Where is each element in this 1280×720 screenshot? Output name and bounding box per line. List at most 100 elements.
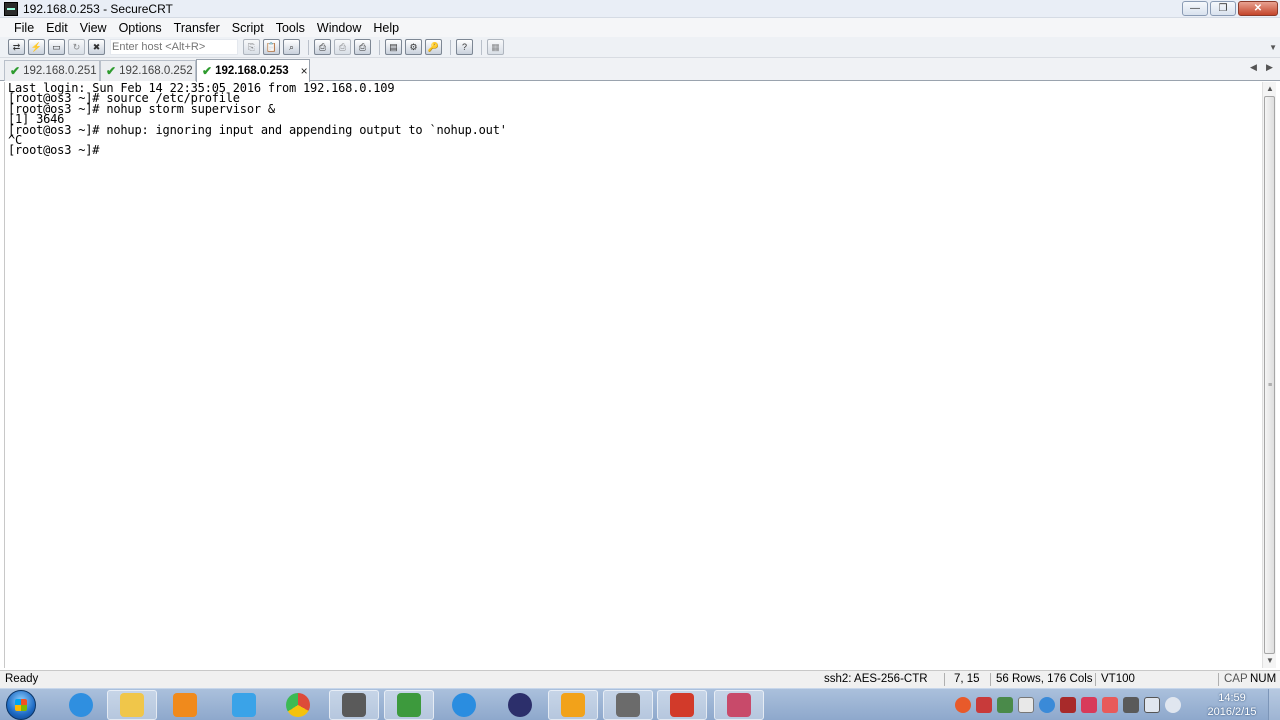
check-icon: ✔ [106, 64, 117, 78]
input-method-icon[interactable] [955, 697, 971, 713]
tab-session-253[interactable]: ✔ 192.168.0.253 × [196, 59, 310, 82]
tray-app-icon[interactable] [1081, 697, 1097, 713]
connect-in-tab-icon[interactable]: ▭ [48, 39, 65, 55]
taskbar-app-media[interactable] [160, 690, 210, 720]
tray-app-icon[interactable] [1102, 697, 1118, 713]
scroll-down-icon[interactable]: ▼ [1263, 654, 1277, 668]
title-bar: 192.168.0.253 - SecureCRT — ❐ ✕ [0, 0, 1280, 18]
connect-icon[interactable]: ⇄ [8, 39, 25, 55]
print-setup-icon[interactable]: ⎙ [354, 39, 371, 55]
window-controls: — ❐ ✕ [1182, 1, 1278, 16]
print-icon[interactable]: ⎙ [314, 39, 331, 55]
tray-app-icon[interactable] [1060, 697, 1076, 713]
tray-app-icon[interactable] [1039, 697, 1055, 713]
keymap-icon[interactable]: 🔑 [425, 39, 442, 55]
tab-session-251[interactable]: ✔ 192.168.0.251 [4, 60, 100, 81]
taskbar-app-cloud[interactable] [219, 690, 269, 720]
check-icon: ✔ [202, 64, 213, 78]
taskbar-app-securecrt[interactable] [329, 690, 379, 720]
maximize-button[interactable]: ❐ [1210, 1, 1236, 16]
session-tab-bar: ✔ 192.168.0.251 ✔ 192.168.0.252 ✔ 192.16… [0, 58, 1280, 82]
windows-taskbar: 14:59 2016/2/15 [0, 688, 1280, 720]
tab-label: 192.168.0.252 [119, 65, 193, 77]
print-selection-icon[interactable]: ⎙ [334, 39, 351, 55]
securecrt-icon [342, 693, 366, 717]
paste-icon[interactable]: 📋 [263, 39, 280, 55]
reconnect-icon[interactable]: ↻ [68, 39, 85, 55]
menu-view[interactable]: View [74, 21, 113, 35]
toolbar-separator [481, 39, 482, 55]
toolbar: ⇄ ⚡ ▭ ↻ ✖ ⎘ 📋 ⌕ ⎙ ⎙ ⎙ ▤ ⚙ 🔑 ? ▦ ▼ [0, 37, 1280, 58]
menu-options[interactable]: Options [113, 21, 168, 35]
session-options-icon[interactable]: ▤ [385, 39, 402, 55]
media-player-icon [173, 693, 197, 717]
status-num-lock: NUM [1250, 673, 1277, 685]
start-button[interactable] [6, 690, 36, 720]
find-icon[interactable]: ⌕ [283, 39, 300, 55]
securecrt-active-icon [616, 693, 640, 717]
menu-window[interactable]: Window [311, 21, 367, 35]
tray-app-icon[interactable] [976, 697, 992, 713]
clock-time: 14:59 [1218, 692, 1246, 704]
enter-host-input[interactable] [110, 39, 238, 55]
menu-tools[interactable]: Tools [270, 21, 311, 35]
show-desktop-button[interactable] [1268, 689, 1280, 720]
status-caps-lock: CAP [1224, 673, 1248, 685]
global-options-icon[interactable]: ⚙ [405, 39, 422, 55]
taskbar-app-network[interactable] [384, 690, 434, 720]
terminal-line: [root@os3 ~]# nohup storm supervisor & [8, 101, 275, 116]
menu-edit[interactable]: Edit [40, 21, 74, 35]
tab-label: 192.168.0.251 [23, 65, 97, 77]
tab-close-icon[interactable]: × [301, 64, 308, 78]
toolbar-separator [308, 39, 309, 55]
menu-help[interactable]: Help [367, 21, 405, 35]
internet-explorer-icon [69, 693, 93, 717]
menu-transfer[interactable]: Transfer [168, 21, 226, 35]
system-tray [955, 697, 1181, 713]
sftp-icon[interactable]: ▦ [487, 39, 504, 55]
tab-session-252[interactable]: ✔ 192.168.0.252 [100, 60, 196, 81]
quick-connect-icon[interactable]: ⚡ [28, 39, 45, 55]
taskbar-app-notes[interactable] [439, 690, 489, 720]
pdf-reader-icon [670, 693, 694, 717]
minimize-button[interactable]: — [1182, 1, 1208, 16]
menu-file[interactable]: File [8, 21, 40, 35]
volume-icon[interactable] [1165, 697, 1181, 713]
toolbar-separator [450, 39, 451, 55]
toolbar-overflow-icon[interactable]: ▼ [1269, 43, 1277, 52]
taskbar-app-ie[interactable] [56, 690, 106, 720]
tab-label: 192.168.0.253 [215, 65, 289, 77]
tray-app-icon[interactable] [1018, 697, 1034, 713]
status-divider [944, 673, 945, 686]
tab-scroll-left-icon[interactable]: ◀ [1250, 62, 1257, 73]
network-tool-icon [397, 693, 421, 717]
cloud-sync-icon [232, 693, 256, 717]
status-cursor-position: 7, 15 [954, 673, 980, 685]
taskbar-app-eclipse[interactable] [495, 690, 545, 720]
close-button[interactable]: ✕ [1238, 1, 1278, 16]
taskbar-app-securecrt-window[interactable] [603, 690, 653, 720]
taskbar-app-virtualbox[interactable] [548, 690, 598, 720]
disconnect-icon[interactable]: ✖ [88, 39, 105, 55]
status-bar: Ready ssh2: AES-256-CTR 7, 15 56 Rows, 1… [0, 670, 1280, 688]
toolbar-separator [379, 39, 380, 55]
securecrt-app-icon[interactable] [4, 1, 18, 16]
terminal-output[interactable]: Last login: Sun Feb 14 22:35:05 2016 fro… [4, 82, 1261, 668]
taskbar-clock[interactable]: 14:59 2016/2/15 [1200, 691, 1264, 719]
taskbar-app-pdf[interactable] [657, 690, 707, 720]
scrollbar-thumb[interactable]: ≡ [1264, 96, 1275, 654]
taskbar-app-dragonfly[interactable] [714, 690, 764, 720]
network-icon[interactable] [1144, 697, 1160, 713]
tray-app-icon[interactable] [1123, 697, 1139, 713]
taskbar-app-chrome[interactable] [273, 690, 323, 720]
chrome-icon [286, 693, 310, 717]
tab-scroll-right-icon[interactable]: ▶ [1266, 62, 1273, 73]
menu-script[interactable]: Script [226, 21, 270, 35]
status-divider [1218, 673, 1219, 686]
taskbar-app-explorer[interactable] [107, 690, 157, 720]
copy-icon[interactable]: ⎘ [243, 39, 260, 55]
scroll-up-icon[interactable]: ▲ [1263, 82, 1277, 96]
terminal-scrollbar[interactable]: ▲ ≡ ▼ [1262, 82, 1276, 668]
help-icon[interactable]: ? [456, 39, 473, 55]
tray-app-icon[interactable] [997, 697, 1013, 713]
